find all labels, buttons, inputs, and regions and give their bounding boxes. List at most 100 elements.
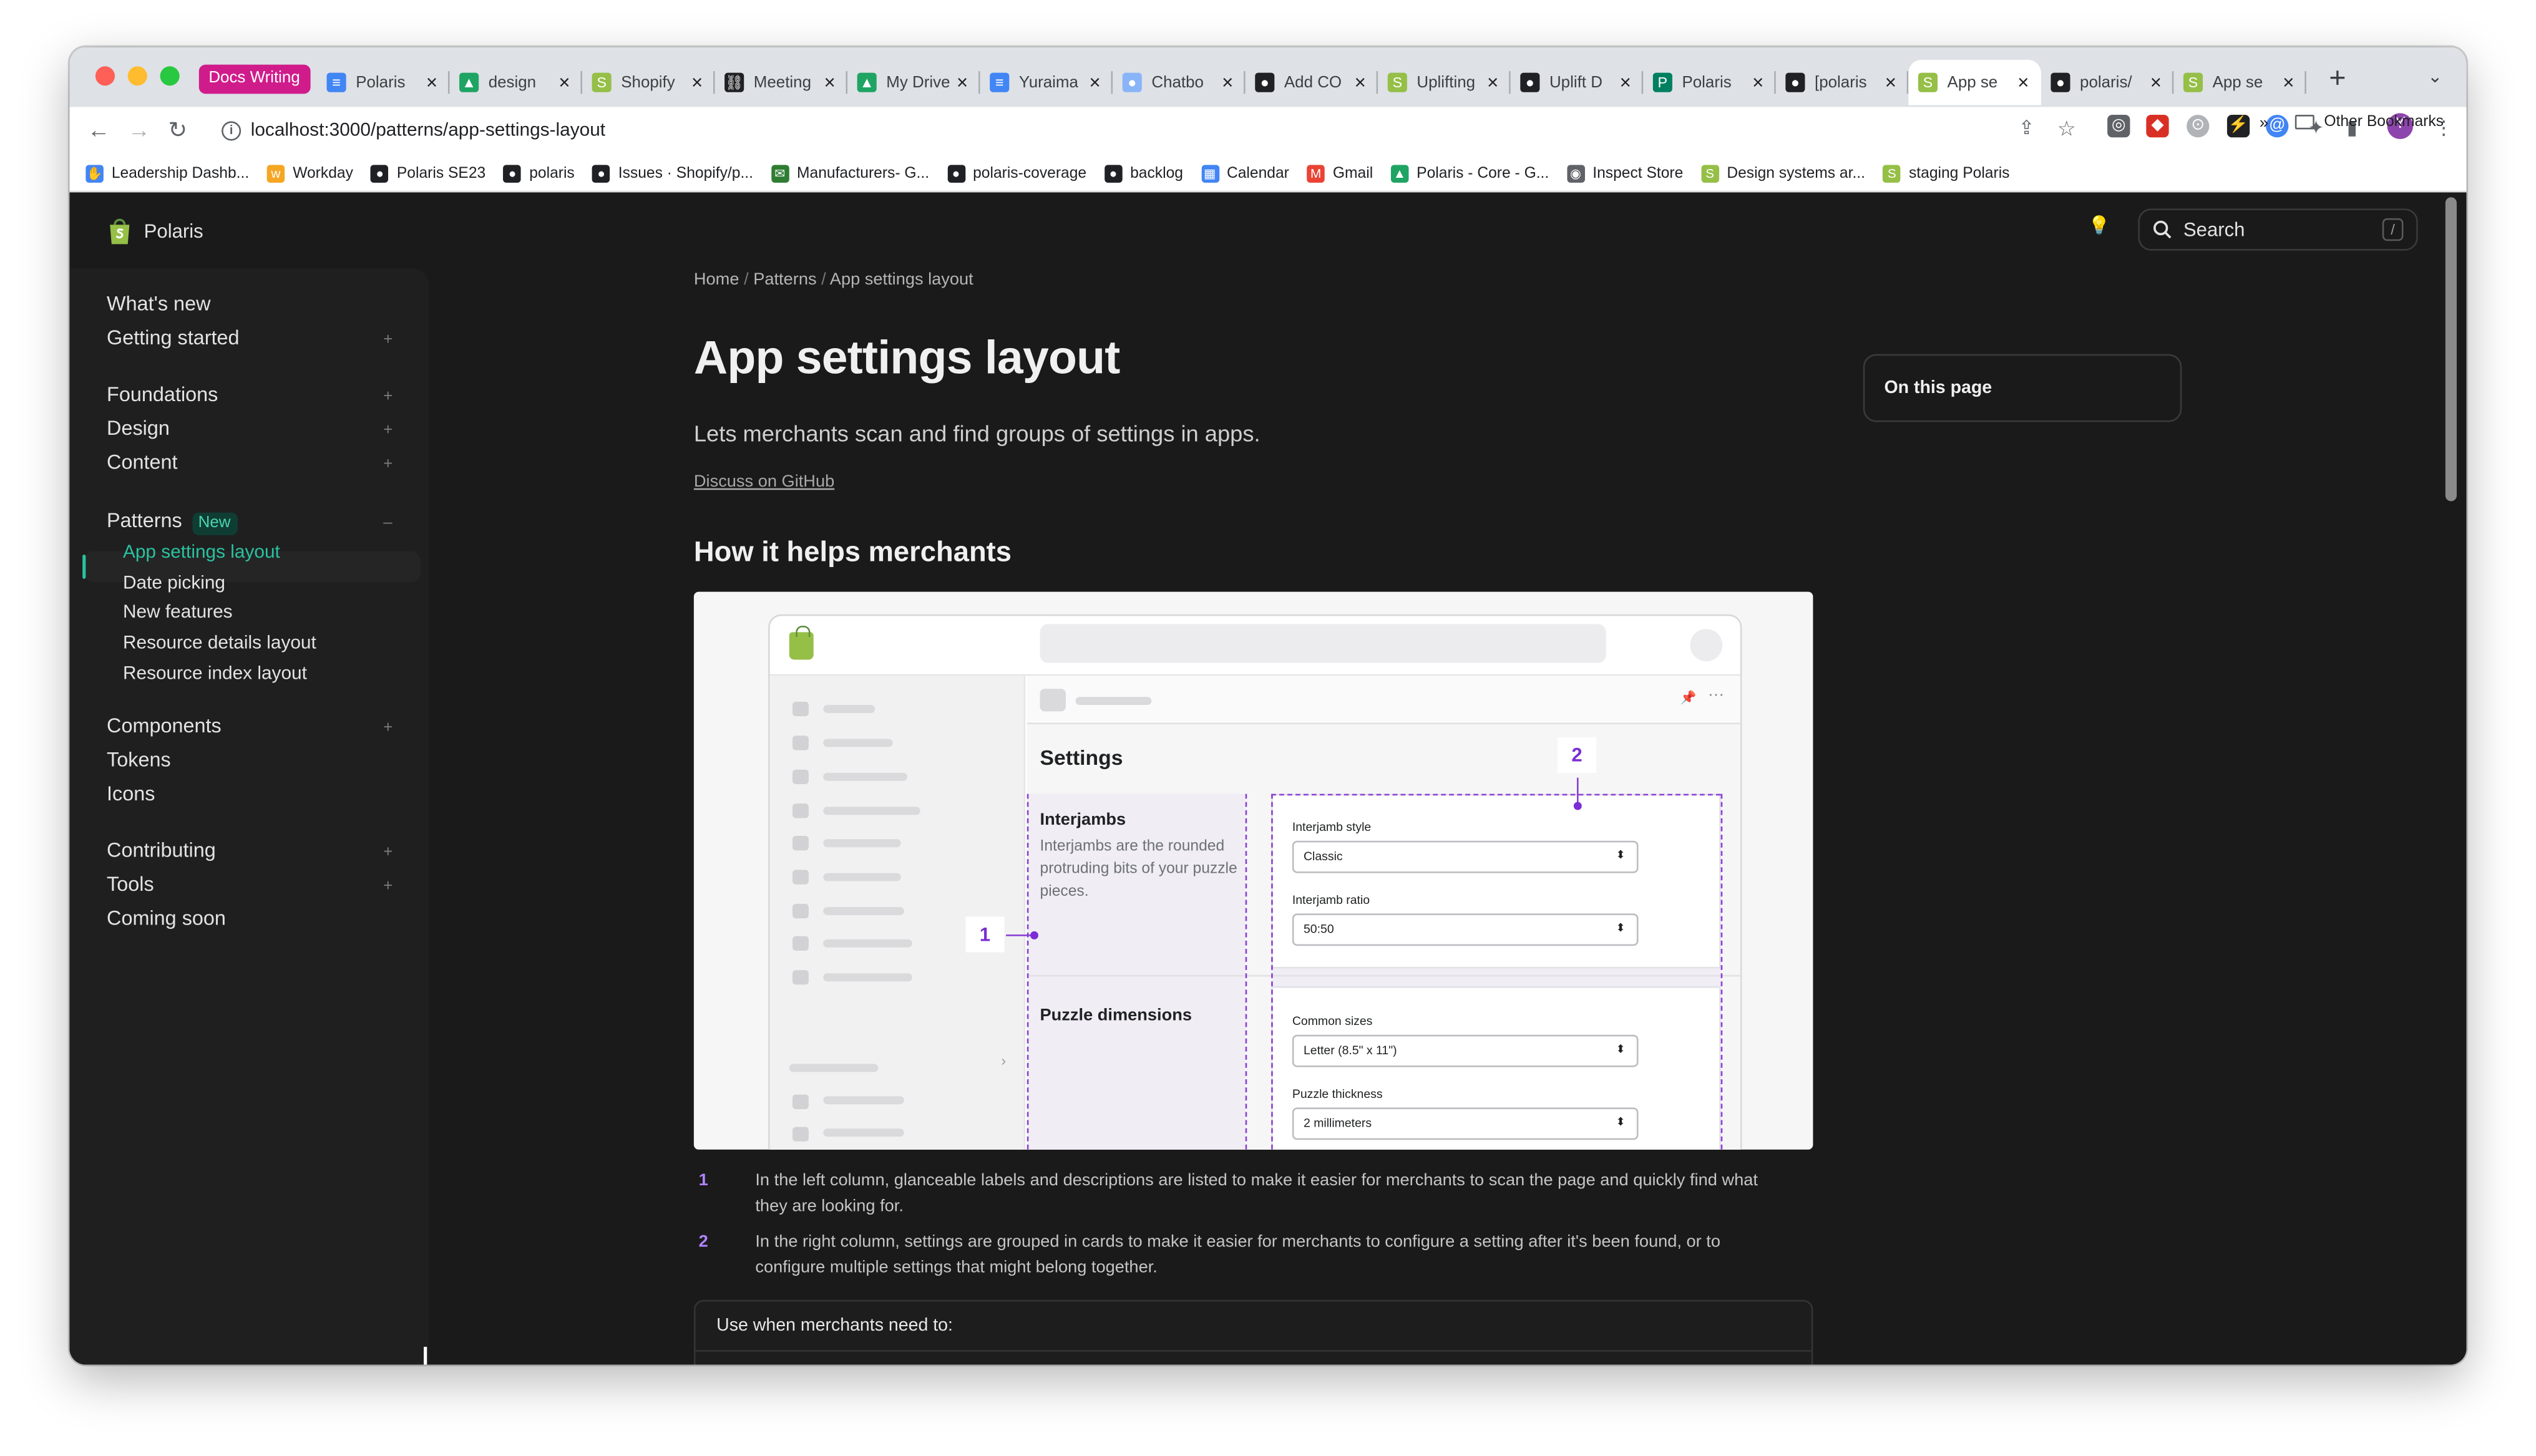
address-bar[interactable]: i localhost:3000/patterns/app-settings-l… bbox=[208, 111, 2067, 149]
extension-b-icon[interactable]: ◆ bbox=[2146, 115, 2169, 138]
bookmark-item[interactable]: ● backlog bbox=[1104, 164, 1183, 182]
bookmark-item[interactable]: ▦ Calendar bbox=[1201, 164, 1289, 182]
sidebar-nav: What's new Getting started + Foundations + De… bbox=[69, 268, 429, 1365]
sidebar-item-content[interactable]: Content bbox=[107, 451, 177, 473]
browser-tab[interactable]: ⛓ Meeting × bbox=[715, 60, 848, 105]
sidebar-subitem[interactable]: Resource details layout bbox=[123, 634, 316, 653]
close-tab-icon[interactable]: × bbox=[1485, 71, 1501, 94]
expand-plus-icon[interactable]: + bbox=[383, 422, 393, 440]
bookmark-item[interactable]: ▲ Polaris - Core - G... bbox=[1390, 164, 1549, 182]
site-info-icon[interactable]: i bbox=[222, 120, 241, 140]
bookmark-star-icon[interactable]: ☆ bbox=[2057, 117, 2076, 142]
page-scrollbar[interactable] bbox=[2445, 197, 2457, 502]
expand-plus-icon[interactable]: + bbox=[383, 845, 393, 863]
bookmark-item[interactable]: w Workday bbox=[266, 164, 353, 182]
expand-plus-icon[interactable]: + bbox=[383, 720, 393, 738]
browser-tab[interactable]: ▲ design × bbox=[450, 60, 583, 105]
browser-tab[interactable]: ● Add CO × bbox=[1246, 60, 1378, 105]
breadcrumb-patterns[interactable]: Patterns bbox=[753, 270, 816, 289]
minimize-window-button[interactable] bbox=[127, 66, 147, 86]
close-tab-icon[interactable]: × bbox=[2148, 71, 2164, 94]
browser-tab[interactable]: ≡ Yuraima × bbox=[980, 60, 1113, 105]
sidebar-item-tokens[interactable]: Tokens bbox=[107, 749, 171, 771]
browser-tab[interactable]: ≡ Polaris × bbox=[317, 60, 450, 105]
bookmark-item[interactable]: S Design systems ar... bbox=[1700, 164, 1865, 182]
polaris-logo[interactable]: Polaris bbox=[107, 216, 203, 246]
close-tab-icon[interactable]: × bbox=[424, 71, 440, 94]
sidebar-item-contributing[interactable]: Contributing bbox=[107, 840, 216, 862]
sidebar-subitem[interactable]: Resource index layout bbox=[123, 664, 307, 683]
other-bookmarks-folder[interactable]: Other Bookmarks bbox=[2295, 113, 2444, 131]
tab-search-chevron-icon[interactable]: ⌄ bbox=[2427, 66, 2442, 87]
maximize-window-button[interactable] bbox=[160, 66, 180, 86]
close-tab-icon[interactable]: × bbox=[1219, 71, 1236, 94]
browser-tab[interactable]: ● Uplift D × bbox=[1511, 60, 1644, 105]
bookmark-item[interactable]: M Gmail bbox=[1307, 164, 1373, 182]
sidebar-subitem[interactable]: Date picking bbox=[123, 574, 225, 593]
browser-tab[interactable]: ▲ My Drive × bbox=[847, 60, 980, 105]
sidebar-item-patterns[interactable]: Patterns New bbox=[107, 508, 237, 535]
close-tab-icon[interactable]: × bbox=[689, 71, 705, 94]
close-window-button[interactable] bbox=[95, 66, 115, 86]
divider bbox=[695, 1350, 1812, 1352]
mockup-nav-line bbox=[823, 939, 912, 948]
new-badge: New bbox=[192, 512, 237, 535]
sidebar-item-tools[interactable]: Tools bbox=[107, 873, 154, 896]
bookmark-item[interactable]: ✉ Manufacturers- G... bbox=[771, 164, 929, 182]
sidebar-subitem[interactable]: App settings layout bbox=[123, 543, 280, 563]
browser-tab[interactable]: ● Chatbo × bbox=[1113, 60, 1246, 105]
expand-plus-icon[interactable]: + bbox=[383, 878, 393, 896]
extension-d-icon[interactable]: ⚡ bbox=[2226, 115, 2250, 138]
reload-icon[interactable]: ↻ bbox=[168, 117, 187, 144]
sidebar-subitem[interactable]: New features bbox=[123, 604, 233, 623]
close-tab-icon[interactable]: × bbox=[2015, 71, 2031, 94]
close-tab-icon[interactable]: × bbox=[1750, 71, 1766, 94]
back-arrow-icon[interactable]: ← bbox=[87, 117, 110, 142]
browser-tab[interactable]: ● [polaris × bbox=[1776, 60, 1909, 105]
close-tab-icon[interactable]: × bbox=[822, 71, 838, 94]
share-icon[interactable]: ⇪ bbox=[2019, 117, 2035, 139]
browser-tab[interactable]: S App se × bbox=[2173, 60, 2306, 105]
expand-plus-icon[interactable]: + bbox=[383, 389, 393, 407]
browser-tab[interactable]: S App se × bbox=[1908, 59, 2041, 105]
bookmark-item[interactable]: ◉ Inspect Store bbox=[1566, 164, 1683, 182]
sidebar-item-getting-started[interactable]: Getting started bbox=[107, 326, 240, 349]
sidebar-item-components[interactable]: Components bbox=[107, 715, 222, 737]
discuss-on-github-link[interactable]: Discuss on GitHub bbox=[694, 472, 834, 492]
tab-group-label[interactable]: Docs Writing bbox=[198, 64, 310, 94]
bookmark-item[interactable]: ✋ Leadership Dashb... bbox=[85, 164, 249, 182]
browser-tab[interactable]: P Polaris × bbox=[1643, 60, 1776, 105]
browser-tab[interactable]: S Uplifting × bbox=[1378, 60, 1511, 105]
lightbulb-icon[interactable]: 💡 bbox=[2088, 215, 2110, 236]
extension-e-icon[interactable]: @ bbox=[2266, 115, 2289, 138]
close-tab-icon[interactable]: × bbox=[1087, 71, 1103, 94]
bookmark-item[interactable]: ● Polaris SE23 bbox=[371, 164, 485, 182]
breadcrumb-home[interactable]: Home bbox=[694, 270, 739, 289]
expand-plus-icon[interactable]: + bbox=[383, 331, 393, 349]
sidebar-item-icons[interactable]: Icons bbox=[107, 782, 155, 804]
sidebar-item-design[interactable]: Design bbox=[107, 417, 170, 440]
bookmarks-overflow-button[interactable]: » bbox=[2260, 115, 2268, 133]
close-tab-icon[interactable]: × bbox=[557, 71, 573, 94]
bookmark-item[interactable]: ● polaris bbox=[503, 164, 575, 182]
close-tab-icon[interactable]: × bbox=[2280, 71, 2296, 94]
new-tab-button[interactable]: + bbox=[2329, 61, 2346, 95]
close-tab-icon[interactable]: × bbox=[1883, 71, 1899, 94]
close-tab-icon[interactable]: × bbox=[954, 71, 970, 94]
expand-plus-icon[interactable]: + bbox=[383, 455, 393, 473]
sidebar-item-coming-soon[interactable]: Coming soon bbox=[107, 906, 226, 929]
close-tab-icon[interactable]: × bbox=[1617, 71, 1634, 94]
collapse-icon[interactable]: – bbox=[383, 513, 392, 531]
bookmark-item[interactable]: ● Issues · Shopify/p... bbox=[592, 164, 753, 182]
site-search[interactable]: Search / bbox=[2138, 208, 2418, 251]
bookmark-item[interactable]: Sstaging Polaris bbox=[1883, 164, 2009, 182]
close-tab-icon[interactable]: × bbox=[1352, 71, 1368, 94]
bookmark-item[interactable]: ● polaris-coverage bbox=[947, 164, 1086, 182]
sidebar-item-what-s-new[interactable]: What's new bbox=[107, 293, 210, 315]
sidebar-item-foundations[interactable]: Foundations bbox=[107, 384, 218, 406]
extension-c-icon[interactable]: ⊙ bbox=[2187, 115, 2210, 138]
browser-tab[interactable]: S Shopify × bbox=[582, 60, 715, 105]
extension-a-icon[interactable]: ◎ bbox=[2107, 115, 2130, 138]
forward-arrow-icon[interactable]: → bbox=[128, 117, 150, 142]
browser-tab[interactable]: ● polaris/ × bbox=[2041, 60, 2174, 105]
